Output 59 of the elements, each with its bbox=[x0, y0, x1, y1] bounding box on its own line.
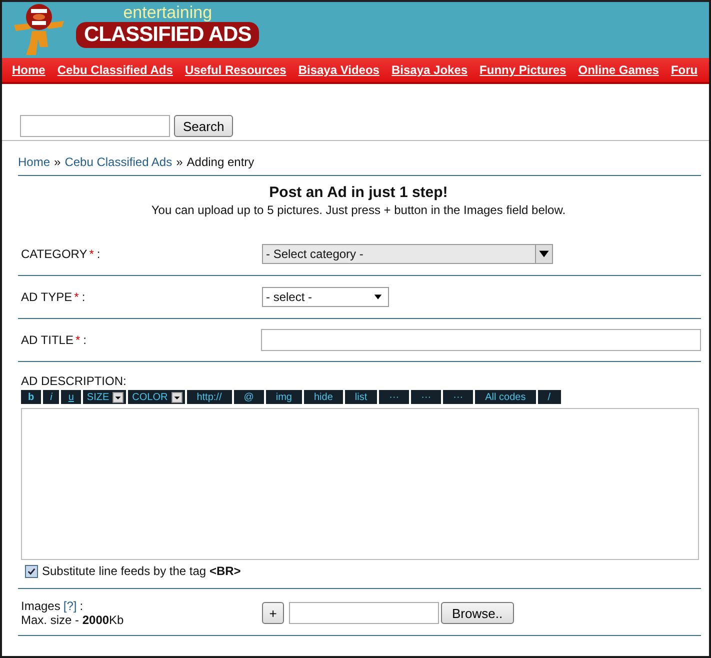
toolbar-button[interactable]: All codes bbox=[475, 390, 536, 404]
nav-link[interactable]: Useful Resources bbox=[184, 63, 286, 77]
toolbar-button[interactable]: i bbox=[43, 390, 60, 404]
toolbar-button[interactable]: u bbox=[61, 390, 81, 404]
required-mark: * bbox=[89, 247, 94, 261]
nav-link[interactable]: Home bbox=[12, 63, 46, 77]
field-label: AD TITLE bbox=[21, 333, 74, 347]
dropdown-field[interactable]: - select - bbox=[262, 287, 389, 307]
label-colon: : bbox=[83, 333, 86, 347]
dropdown-field[interactable]: - Select category - bbox=[262, 244, 553, 264]
toolbar-button[interactable]: ··· bbox=[411, 390, 442, 404]
toolbar-button[interactable]: http:// bbox=[186, 390, 232, 404]
toolbar-button[interactable]: b bbox=[21, 390, 42, 404]
toolbar-dropdown[interactable]: COLOR bbox=[128, 390, 185, 404]
toolbar-button[interactable]: ··· bbox=[443, 390, 474, 404]
nav-link[interactable]: Bisaya Videos bbox=[298, 63, 380, 77]
required-mark: * bbox=[75, 333, 80, 347]
nav-link[interactable]: Cebu Classified Ads bbox=[57, 63, 173, 77]
search-button[interactable]: Search bbox=[174, 115, 234, 137]
breadcrumb-separator: » bbox=[176, 155, 183, 169]
logo-title: CLASSIFIED ADS bbox=[76, 22, 260, 48]
add-image-button[interactable]: + bbox=[262, 602, 284, 624]
breadcrumb-link[interactable]: Home bbox=[18, 155, 50, 169]
toolbar-button[interactable]: ··· bbox=[379, 390, 410, 404]
label-colon: : bbox=[82, 290, 86, 304]
logo-tagline: entertaining bbox=[123, 3, 212, 22]
size-note: Max. size - 2000Kb bbox=[21, 613, 125, 627]
title-input-field[interactable] bbox=[260, 329, 701, 351]
help-link[interactable]: [?] bbox=[63, 599, 77, 613]
toolbar-button[interactable]: hide bbox=[304, 390, 343, 404]
checkbox-label: Substitute line feeds by the tag <BR> bbox=[42, 564, 241, 578]
nav-link[interactable]: Bisaya Jokes bbox=[391, 63, 468, 77]
nav-link[interactable]: Funny Pictures bbox=[480, 63, 566, 77]
browse-button[interactable]: Browse.. bbox=[441, 602, 514, 624]
field-label: CATEGORY bbox=[21, 247, 88, 261]
field-label: Images bbox=[21, 599, 60, 613]
breadcrumb-link[interactable]: Cebu Classified Ads bbox=[64, 155, 172, 169]
toolbar-button[interactable]: list bbox=[344, 390, 378, 404]
breadcrumb-current: Adding entry bbox=[186, 155, 254, 169]
page-title: Post an Ad in just 1 step! bbox=[269, 184, 448, 201]
nav-link[interactable]: Online Games bbox=[578, 63, 659, 77]
breadcrumb-separator: » bbox=[54, 155, 61, 169]
page-subtitle: You can upload up to 5 pictures. Just press + button in the Images field below. bbox=[151, 203, 566, 217]
file-path-field[interactable] bbox=[289, 602, 439, 624]
toolbar-dropdown[interactable]: SIZE bbox=[82, 390, 126, 404]
toolbar-button[interactable]: @ bbox=[234, 390, 264, 404]
required-mark: * bbox=[74, 290, 79, 304]
label-colon: : bbox=[96, 247, 100, 261]
search-field[interactable] bbox=[20, 115, 170, 137]
caret-icon bbox=[535, 245, 552, 263]
label-colon: : bbox=[80, 599, 84, 613]
toolbar-button[interactable]: / bbox=[538, 390, 560, 404]
caret-icon bbox=[112, 392, 124, 402]
checkbox[interactable] bbox=[25, 564, 38, 578]
nav-link[interactable]: Foru bbox=[670, 63, 698, 77]
toolbar-button[interactable]: img bbox=[266, 390, 302, 404]
caret-icon bbox=[170, 392, 183, 402]
field-label: AD TYPE bbox=[21, 290, 72, 304]
field-label: AD DESCRIPTION: bbox=[21, 374, 128, 388]
